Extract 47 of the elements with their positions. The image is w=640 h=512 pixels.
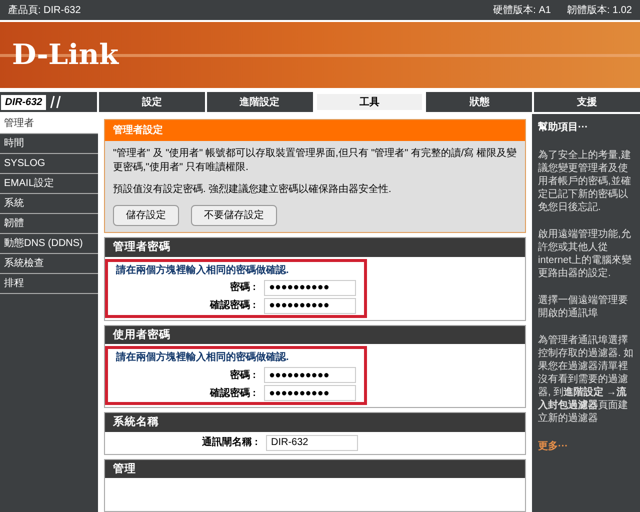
section-header: 管理 [105,460,525,478]
nav-tab[interactable]: 工具 [314,92,424,112]
nav-tab[interactable]: 狀態 [426,92,532,112]
help-paragraph: 選擇一個遠端管理要開啟的通訊埠 [538,294,629,320]
section-header: 使用者密碼 [105,326,525,344]
more-link[interactable]: 更多··· [538,439,634,454]
field-label: 確認密碼 : [208,386,257,400]
intro-paragraph: "管理者" 及 "使用者" 帳號都可以存取裝置管理界面,但只有 "管理者" 有完整的讀/寫 權限及變更密碼,"使用者" 只有唯讀權限. [113,147,517,175]
text-field[interactable]: ●●●●●●●●●● [264,280,356,296]
text-field[interactable]: DIR-632 [266,434,358,450]
logo: D-Link [12,37,119,73]
nav-tab[interactable]: 設定 [99,92,205,112]
sidebar-item[interactable]: 系統 [0,194,98,214]
firmware-version: 韌體版本: 1.02 [566,4,632,18]
panel-header: 管理者設定 [105,120,525,141]
sidebar-item[interactable]: 韌體 [0,214,98,234]
sidebar-item[interactable]: SYSLOG [0,154,98,174]
nav-tab[interactable]: 進階設定 [206,92,313,112]
help-paragraph: 為管理者通訊埠選擇控制存取的過濾器. 如果您在過濾器清單裡沒有看到需要的過濾器, 到進階設定 →流入封包過濾器頁面建立新的過濾器 [538,334,634,425]
text-field[interactable]: ●●●●●●●●●● [264,298,356,314]
sidebar-item[interactable]: 系統檢查 [0,254,98,274]
form-button[interactable]: 儲存設定 [113,205,179,226]
section-header: 系統名稱 [105,413,525,432]
sidebar-item[interactable]: EMAIL設定 [0,174,98,194]
form-button[interactable]: 不要儲存設定 [191,205,277,226]
text-field[interactable]: ●●●●●●●●●● [264,385,356,401]
sidebar-item[interactable]: 排程 [0,274,98,294]
model-badge: DIR-632 [1,94,46,110]
hint-text: 請在兩個方塊裡輸入相同的密碼做確認. [116,350,290,365]
intro-paragraph: 預設值沒有設定密碼. 強烈建議您建立密碼以確保路由器安全性. [113,183,392,197]
sidebar-item[interactable]: 時間 [0,134,98,154]
hint-text: 請在兩個方塊裡輸入相同的密碼做確認. [116,263,290,278]
hardware-version: 硬體版本: A1 [493,4,551,18]
field-label: 密碼 : [228,368,257,382]
nav-tab[interactable]: 支援 [534,92,640,112]
help-paragraph: 為了安全上的考量,建議您變更管理者及使用者帳戶的密碼,並確定已記下新的密碼以免您日後忘記. [538,149,632,214]
field-label: 密碼 : [228,280,257,295]
section-header: 管理者密碼 [105,238,525,256]
field-label: 確認密碼 : [208,298,257,313]
slash-marks-icon [50,95,62,109]
help-paragraph: 啟用遠端管理功能,允許您或其他人從internet上的電腦來變更路由器的設定. [538,228,632,280]
sidebar-item[interactable]: 動態DNS (DDNS) [0,234,98,254]
field-label: 通訊閘名稱 : [200,436,259,450]
product-text: 產品頁: DIR-632 [8,4,81,18]
text-field[interactable]: ●●●●●●●●●● [264,367,356,383]
help-title: 幫助項目··· [538,120,589,135]
sidebar-item[interactable]: 管理者 [0,114,98,134]
